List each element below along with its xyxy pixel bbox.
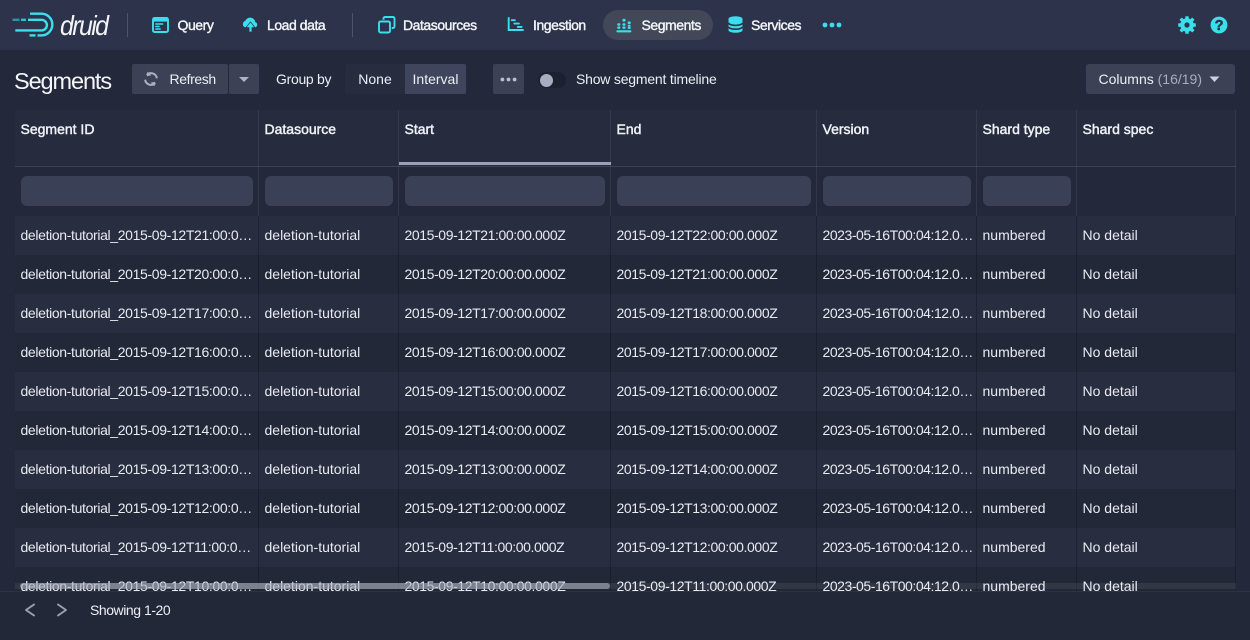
svg-text:?: ?: [1215, 18, 1224, 34]
